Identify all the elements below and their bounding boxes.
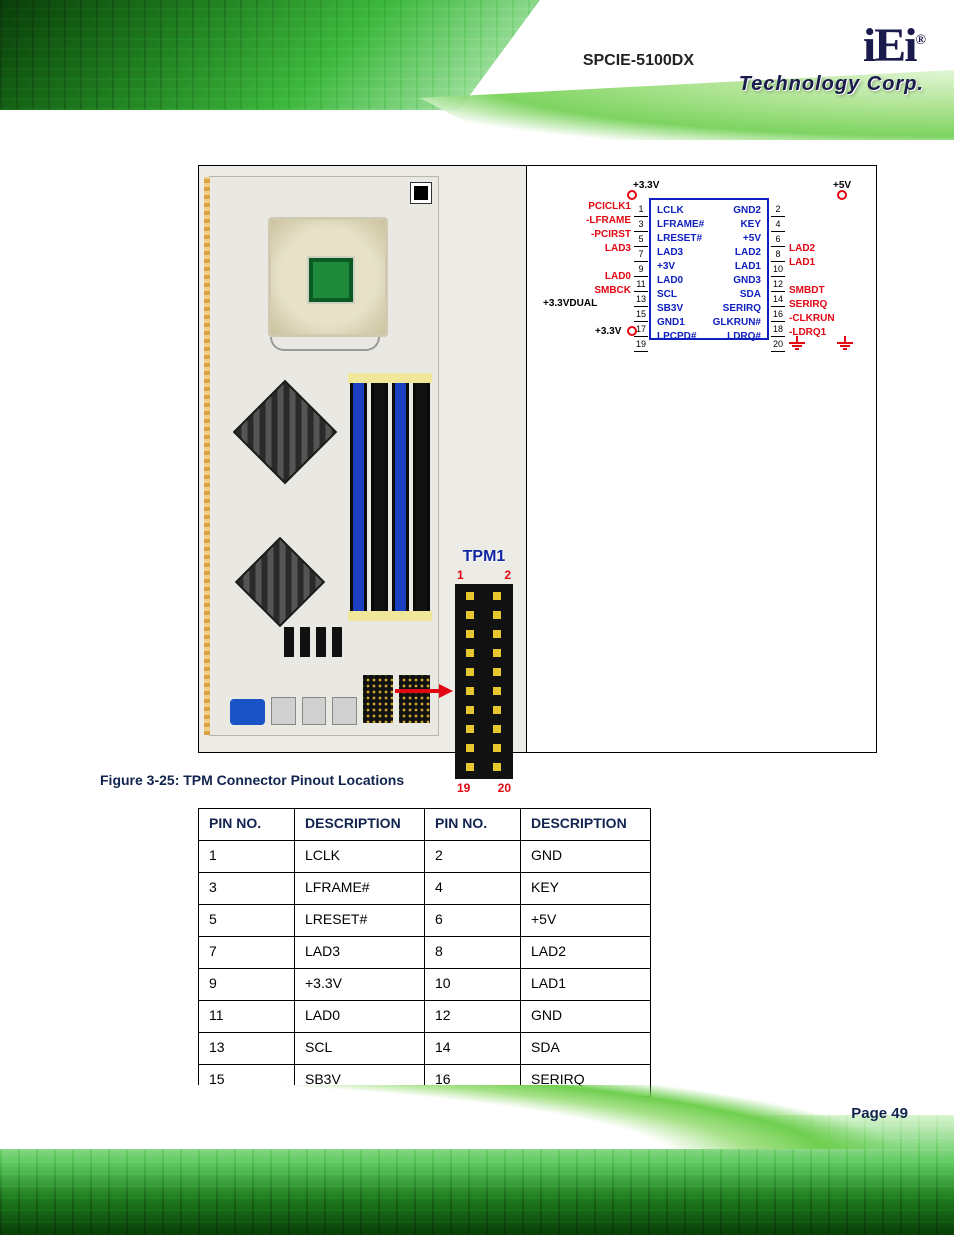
tpm-pin-bottom-row: 19 20: [451, 781, 517, 795]
header-art-left: [0, 0, 540, 110]
brand-tagline: Technology Corp.: [739, 73, 924, 96]
pin-numbers-right: 2468101214161820: [771, 202, 785, 352]
cell-pin: 10: [425, 969, 521, 1001]
cell-desc: LRESET#: [295, 905, 425, 937]
tpm-pin-19: 19: [457, 781, 470, 795]
th-desc-right: DESCRIPTION: [521, 809, 651, 841]
atx-4pin-icon: [410, 182, 432, 204]
vcc-node-icon: [627, 190, 637, 200]
cell-pin: 14: [425, 1033, 521, 1065]
cpu-lever-icon: [270, 337, 380, 351]
cell-desc: LAD2: [521, 937, 651, 969]
table-row: 5LRESET#6+5V: [199, 905, 651, 937]
page-number: Page 49: [851, 1105, 908, 1122]
figure-board-panel: TPM1 1 2 19 20: [199, 166, 527, 752]
cell-desc: KEY: [521, 873, 651, 905]
cpu-socket-icon: [268, 217, 388, 337]
usb-port-icon: [302, 697, 327, 725]
table-row: 9+3.3V10LAD1: [199, 969, 651, 1001]
cell-pin: 7: [199, 937, 295, 969]
tpm-pin-2: 2: [504, 568, 511, 582]
figure-schematic-panel: +3.3V +5V +3.3VDUAL +3.3V LCLKLFRAME#LRE…: [527, 166, 876, 752]
usb-port-icon: [332, 697, 357, 725]
page-footer: Page 49: [0, 1085, 954, 1235]
header-icon: [284, 627, 294, 657]
th-pin-right: PIN NO.: [425, 809, 521, 841]
figure-caption: Figure 3-25: TPM Connector Pinout Locati…: [100, 772, 404, 788]
brand-logo: iEi®: [739, 18, 924, 73]
cpu-die-icon: [309, 258, 353, 302]
cell-desc: SDA: [521, 1033, 651, 1065]
table-row: 13SCL14SDA: [199, 1033, 651, 1065]
pin-header-icon: [363, 675, 394, 723]
vcc-node-icon: [837, 190, 847, 200]
cell-desc: LCLK: [295, 841, 425, 873]
tpm-connector-label: TPM1: [451, 548, 517, 566]
header-icon: [300, 627, 310, 657]
cell-pin: 3: [199, 873, 295, 905]
cell-pin: 4: [425, 873, 521, 905]
cell-desc: LFRAME#: [295, 873, 425, 905]
brand-block: iEi® Technology Corp.: [739, 18, 924, 96]
net-names-right: LAD2LAD1 SMBDTSERIRQ-CLKRUN-LDRQ1: [789, 200, 865, 340]
table-header-row: PIN NO. DESCRIPTION PIN NO. DESCRIPTION: [199, 809, 651, 841]
tpm-pin-20: 20: [498, 781, 511, 795]
page-header: iEi® Technology Corp. SPCIE-5100DX: [0, 0, 954, 145]
brand-logo-text: iEi: [863, 19, 916, 72]
chip-outline: LCLKLFRAME#LRESET#LAD3+3VLAD0SCLSB3VGND1…: [649, 198, 769, 340]
callout-arrow-icon: [395, 684, 453, 698]
tpm-pin-top-row: 1 2: [451, 568, 517, 582]
product-title: SPCIE-5100DX: [583, 52, 694, 70]
cell-pin: 12: [425, 1001, 521, 1033]
pinout-schematic: +3.3V +5V +3.3VDUAL +3.3V LCLKLFRAME#LRE…: [537, 176, 866, 356]
chip-pins-left: LCLKLFRAME#LRESET#LAD3+3VLAD0SCLSB3VGND1…: [657, 204, 704, 344]
pinout-table: PIN NO. DESCRIPTION PIN NO. DESCRIPTION …: [198, 808, 651, 1097]
heatsink-icon: [238, 540, 323, 625]
edge-connector: [204, 177, 210, 735]
header-icon: [316, 627, 326, 657]
vga-port-icon: [230, 699, 265, 725]
cell-pin: 9: [199, 969, 295, 1001]
tpm-pin-1: 1: [457, 568, 464, 582]
th-pin-left: PIN NO.: [199, 809, 295, 841]
heatsink-icon: [236, 383, 335, 482]
table-row: 7LAD38LAD2: [199, 937, 651, 969]
cell-pin: 5: [199, 905, 295, 937]
chip-pins-right: GND2KEY+5VLAD2LAD1GND3SDASERIRQGLKRUN#LD…: [713, 204, 761, 344]
table-row: 1LCLK2GND: [199, 841, 651, 873]
cell-desc: GND: [521, 1001, 651, 1033]
usb-port-icon: [271, 697, 296, 725]
table-row: 3LFRAME#4KEY: [199, 873, 651, 905]
cell-desc: +3.3V: [295, 969, 425, 1001]
cell-desc: SCL: [295, 1033, 425, 1065]
cell-pin: 8: [425, 937, 521, 969]
cell-pin: 6: [425, 905, 521, 937]
cell-pin: 11: [199, 1001, 295, 1033]
tpm-connector-callout: TPM1 1 2 19 20: [451, 548, 517, 795]
rail-3v3: +3.3V: [633, 180, 659, 191]
th-desc-left: DESCRIPTION: [295, 809, 425, 841]
pin-numbers-left: 135791113151719: [634, 202, 648, 352]
cell-desc: GND: [521, 841, 651, 873]
brand-registered-mark: ®: [916, 33, 924, 48]
header-icon: [332, 627, 342, 657]
pin-header-icon: [399, 675, 430, 723]
footer-swoosh: [0, 1085, 954, 1149]
net-names-left: PCICLK1-LFRAME-PCIRSTLAD3 LAD0SMBCK: [551, 200, 631, 340]
tpm-connector-icon: [455, 584, 513, 779]
cell-pin: 13: [199, 1033, 295, 1065]
table-row: 11LAD012GND: [199, 1001, 651, 1033]
cell-desc: LAD0: [295, 1001, 425, 1033]
motherboard-outline: [209, 176, 439, 736]
cell-desc: LAD1: [521, 969, 651, 1001]
cell-desc: +5V: [521, 905, 651, 937]
cell-pin: 1: [199, 841, 295, 873]
dimm-slots: [350, 377, 430, 617]
cell-desc: LAD3: [295, 937, 425, 969]
cell-pin: 2: [425, 841, 521, 873]
figure-box: TPM1 1 2 19 20 +3.3V +5V +3.3VDUAL +3.3V: [198, 165, 877, 753]
